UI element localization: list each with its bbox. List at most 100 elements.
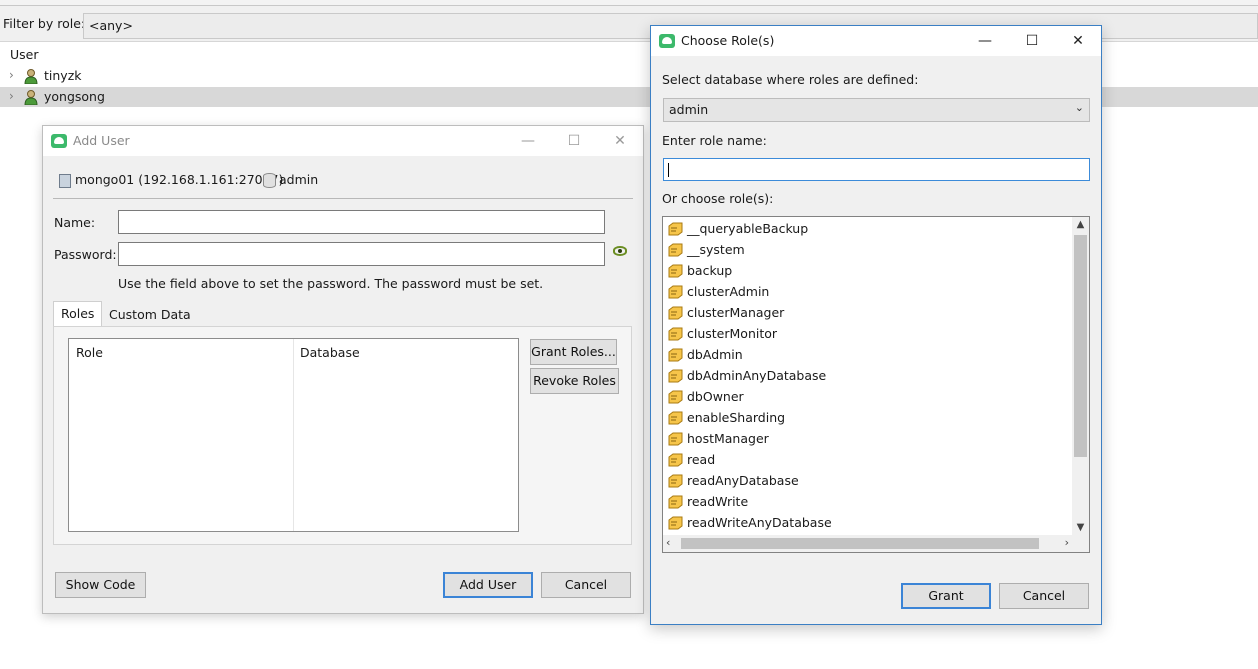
database-label: admin xyxy=(279,172,319,187)
role-list-item[interactable]: dbAdmin xyxy=(668,345,1068,365)
choose-roles-label: Or choose role(s): xyxy=(662,191,774,206)
user-column-header: User xyxy=(10,47,39,62)
role-name: clusterAdmin xyxy=(687,284,770,299)
database-select-value: admin xyxy=(669,102,709,117)
roles-panel: Role Database Grant Roles... Revoke Role… xyxy=(53,326,632,545)
role-icon xyxy=(668,390,683,404)
vertical-scrollbar[interactable]: ▲ ▼ xyxy=(1072,217,1089,535)
role-name: dbOwner xyxy=(687,389,744,404)
minimize-icon[interactable]: — xyxy=(962,26,1008,56)
filter-by-role-label: Filter by role: xyxy=(3,16,86,31)
server-icon xyxy=(59,174,71,188)
role-name: readWrite xyxy=(687,494,749,509)
select-database-label: Select database where roles are defined: xyxy=(662,72,919,87)
scroll-thumb[interactable] xyxy=(681,538,1039,549)
minimize-icon[interactable]: — xyxy=(505,126,551,156)
role-name: dbAdmin xyxy=(687,347,743,362)
tab-roles[interactable]: Roles xyxy=(53,301,103,328)
show-code-button[interactable]: Show Code xyxy=(55,572,146,598)
role-icon xyxy=(668,243,683,257)
password-input[interactable] xyxy=(118,242,605,266)
expand-arrow-icon[interactable]: › xyxy=(9,68,14,82)
add-user-button[interactable]: Add User xyxy=(443,572,533,598)
role-icon xyxy=(668,432,683,446)
scroll-down-icon[interactable]: ▼ xyxy=(1072,522,1089,533)
role-icon xyxy=(668,348,683,362)
roles-table[interactable]: Role Database xyxy=(68,338,519,532)
role-icon xyxy=(668,411,683,425)
server-label: mongo01 (192.168.1.161:27017) xyxy=(75,172,284,187)
close-icon[interactable]: ✕ xyxy=(1055,26,1101,56)
dialog-title: Choose Role(s) xyxy=(681,33,775,48)
name-input[interactable] xyxy=(118,210,605,234)
user-icon xyxy=(24,90,38,105)
column-divider xyxy=(293,339,294,531)
maximize-icon[interactable]: ☐ xyxy=(551,126,597,156)
role-name: enableSharding xyxy=(687,410,786,425)
role-icon xyxy=(668,264,683,278)
scroll-thumb[interactable] xyxy=(1074,235,1087,457)
revoke-roles-button[interactable]: Revoke Roles xyxy=(530,368,619,394)
role-list-item[interactable]: backup xyxy=(668,261,1068,281)
database-column-header: Database xyxy=(300,345,360,360)
app-logo-icon xyxy=(51,134,67,148)
role-name: backup xyxy=(687,263,733,278)
role-list-item[interactable]: dbAdminAnyDatabase xyxy=(668,366,1068,386)
role-icon xyxy=(668,453,683,467)
role-list-item[interactable]: hostManager xyxy=(668,429,1068,449)
password-label: Password: xyxy=(54,247,117,262)
user-icon xyxy=(24,69,38,84)
role-name: dbAdminAnyDatabase xyxy=(687,368,827,383)
close-icon[interactable]: ✕ xyxy=(597,126,643,156)
role-list-item[interactable]: enableSharding xyxy=(668,408,1068,428)
role-icon xyxy=(668,369,683,383)
role-list-item[interactable]: readAnyDatabase xyxy=(668,471,1068,491)
role-name: clusterManager xyxy=(687,305,785,320)
role-list-item[interactable]: clusterManager xyxy=(668,303,1068,323)
divider xyxy=(53,198,633,199)
horizontal-scrollbar[interactable]: ‹ › xyxy=(663,535,1073,552)
role-icon xyxy=(668,516,683,530)
choose-roles-titlebar[interactable]: Choose Role(s) — ☐ ✕ xyxy=(651,26,1101,56)
role-list-item[interactable]: __queryableBackup xyxy=(668,219,1068,239)
role-icon xyxy=(668,306,683,320)
expand-arrow-icon[interactable]: › xyxy=(9,89,14,103)
role-name: __system xyxy=(687,242,745,257)
tab-custom-data[interactable]: Custom Data xyxy=(102,303,198,327)
choose-roles-dialog: Choose Role(s) — ☐ ✕ Select database whe… xyxy=(650,25,1102,625)
role-name-input[interactable] xyxy=(663,158,1090,181)
maximize-icon[interactable]: ☐ xyxy=(1009,26,1055,56)
password-hint: Use the field above to set the password.… xyxy=(118,276,544,291)
grant-roles-button[interactable]: Grant Roles... xyxy=(530,339,617,365)
role-name: hostManager xyxy=(687,431,769,446)
scroll-left-icon[interactable]: ‹ xyxy=(666,536,670,549)
cancel-button[interactable]: Cancel xyxy=(999,583,1089,609)
role-icon xyxy=(668,327,683,341)
role-name: readWriteAnyDatabase xyxy=(687,515,832,530)
database-select[interactable]: admin ⌄ xyxy=(663,98,1090,122)
dialog-title: Add User xyxy=(73,133,130,148)
chevron-down-icon: ⌄ xyxy=(1074,101,1084,114)
role-list-item[interactable]: clusterMonitor xyxy=(668,324,1068,344)
user-name: tinyzk xyxy=(44,68,82,83)
role-list-item[interactable]: dbOwner xyxy=(668,387,1068,407)
text-caret xyxy=(668,163,669,177)
scroll-right-icon[interactable]: › xyxy=(1065,536,1069,549)
database-icon xyxy=(263,173,276,188)
grant-button[interactable]: Grant xyxy=(901,583,991,609)
cancel-button[interactable]: Cancel xyxy=(541,572,631,598)
role-list-item[interactable]: read xyxy=(668,450,1068,470)
add-user-titlebar[interactable]: Add User — ☐ ✕ xyxy=(43,126,643,156)
role-list[interactable]: readWriteAnyDatabase readWrite readAnyData… xyxy=(662,216,1090,553)
role-name-label: Enter role name: xyxy=(662,133,767,148)
scroll-corner xyxy=(1072,535,1089,552)
user-name: yongsong xyxy=(44,89,105,104)
add-user-dialog: Add User — ☐ ✕ mongo01 (192.168.1.161:27… xyxy=(42,125,644,614)
role-list-item[interactable]: readWriteAnyDatabase xyxy=(668,513,1068,533)
role-list-item[interactable]: clusterAdmin xyxy=(668,282,1068,302)
role-icon xyxy=(668,222,683,236)
scroll-up-icon[interactable]: ▲ xyxy=(1072,219,1089,230)
show-password-icon[interactable] xyxy=(613,246,627,256)
role-list-item[interactable]: __system xyxy=(668,240,1068,260)
role-list-item[interactable]: readWrite xyxy=(668,492,1068,512)
